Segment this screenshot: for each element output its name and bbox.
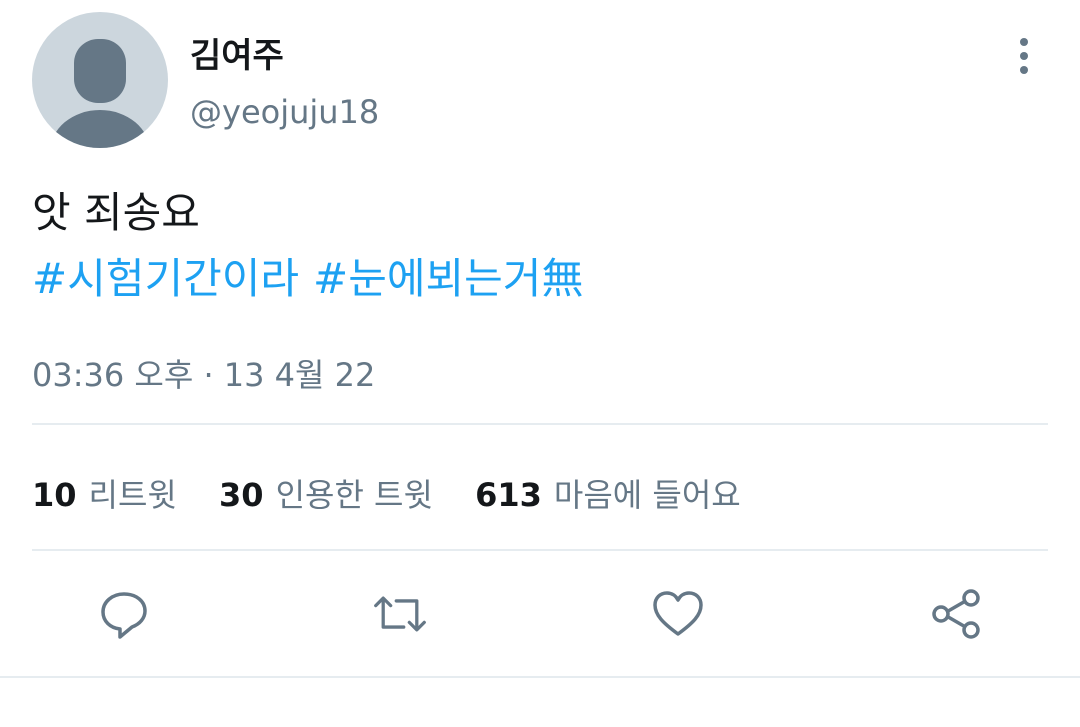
more-options-button[interactable] <box>1004 36 1044 76</box>
default-avatar-icon <box>50 39 150 148</box>
hashtag-link[interactable]: #시험기간이라 <box>32 254 299 303</box>
quote-label: 인용한 트윗 <box>275 476 433 514</box>
avatar[interactable] <box>32 12 168 148</box>
retweet-count: 10 <box>32 476 77 514</box>
tweet-body: 앗 죄송요 #시험기간이라 #눈에뵈는거無 <box>32 180 597 312</box>
hashtag-link[interactable]: #눈에뵈는거無 <box>313 254 583 303</box>
like-count: 613 <box>475 476 542 514</box>
tweet-text: 앗 죄송요 <box>32 188 200 237</box>
heart-icon <box>653 591 703 636</box>
like-count-link[interactable]: 613 마음에 들어요 <box>475 476 741 514</box>
display-name[interactable]: 김여주 <box>190 28 284 77</box>
retweet-label: 리트윗 <box>88 476 177 514</box>
like-button[interactable] <box>650 586 706 642</box>
like-label: 마음에 들어요 <box>553 476 741 514</box>
divider <box>32 549 1048 551</box>
retweet-icon <box>374 596 426 632</box>
engagement-stats: 10 리트윗 30 인용한 트윗 613 마음에 들어요 <box>32 470 773 516</box>
quote-count: 30 <box>219 476 264 514</box>
retweet-count-link[interactable]: 10 리트윗 <box>32 476 177 514</box>
share-icon <box>932 589 980 639</box>
retweet-button[interactable] <box>372 586 428 642</box>
reply-icon <box>101 592 147 639</box>
tweet-timestamp[interactable]: 03:36 오후 · 13 4월 22 <box>32 350 375 396</box>
more-vertical-icon <box>1020 38 1028 74</box>
reply-button[interactable] <box>96 586 152 642</box>
divider <box>32 423 1048 425</box>
hashtag-list: #시험기간이라 #눈에뵈는거無 <box>32 246 597 312</box>
share-button[interactable] <box>928 586 984 642</box>
quote-count-link[interactable]: 30 인용한 트윗 <box>219 476 433 514</box>
user-handle[interactable]: @yeojuju18 <box>190 93 379 131</box>
divider <box>0 676 1080 678</box>
